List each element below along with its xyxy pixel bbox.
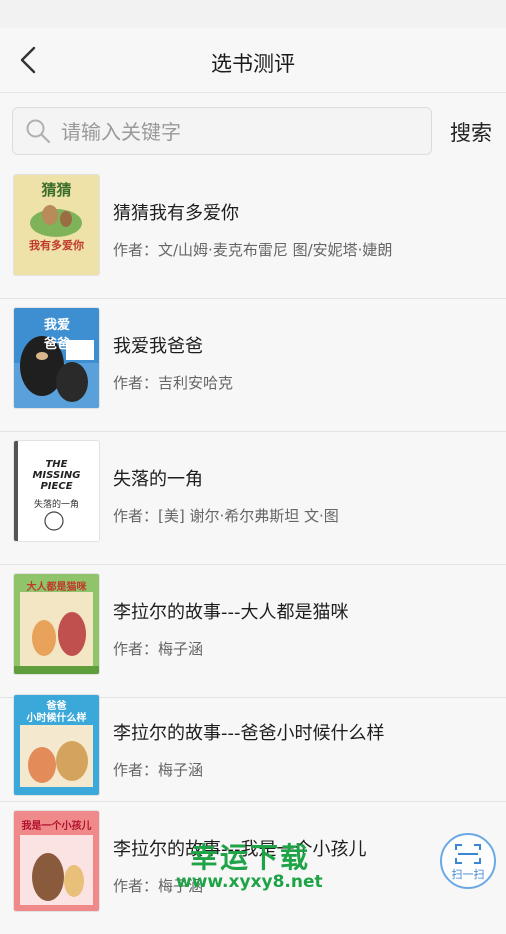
book-author: 作者：文/山姆·麦克布雷尼 图/安妮塔·婕朗: [113, 241, 393, 259]
book-title: 李拉尔的故事---大人都是猫咪: [113, 602, 349, 623]
book-cover: 大人都是猫咪: [14, 574, 99, 674]
book-title: 猜猜我有多爱你: [113, 203, 239, 224]
watermark: 幸运下载 www.xyxy8.net: [176, 836, 336, 896]
book-title: 李拉尔的故事---爸爸小时候什么样: [113, 723, 385, 744]
navigation-bar: 选书测评: [0, 28, 506, 93]
book-cover-subtitle: 我有多爱你: [29, 239, 84, 252]
book-list-item[interactable]: 我爱 爸爸 我爱我爸爸 作者：吉利安哈克: [0, 298, 506, 432]
scan-button[interactable]: 扫一扫: [440, 833, 496, 889]
book-cover: THE MISSING PIECE 失落的一角: [14, 441, 99, 541]
book-cover-title: 大人都是猫咪: [26, 582, 87, 593]
book-list-item[interactable]: 爸爸 小时候什么样 李拉尔的故事---爸爸小时候什么样 作者：梅子涵: [0, 695, 506, 802]
search-bar: 搜索: [0, 93, 506, 165]
book-cover-title: 我爱 爸爸: [44, 318, 71, 352]
book-cover-title: 猜猜: [41, 181, 72, 199]
book-cover-title: 我是一个小孩儿: [21, 821, 92, 832]
book-list-item[interactable]: THE MISSING PIECE 失落的一角 失落的一角 作者：[美] 谢尔·希尔…: [0, 431, 506, 565]
book-title: 失落的一角: [113, 469, 203, 490]
book-author: 作者：吉利安哈克: [113, 374, 234, 392]
book-author: 作者：梅子涵: [113, 761, 204, 779]
page-title: 选书测评: [211, 52, 295, 76]
scan-label: 扫一扫: [451, 868, 485, 881]
search-box[interactable]: [12, 107, 432, 155]
status-bar: [0, 0, 506, 28]
watermark-url: www.xyxy8.net: [176, 872, 323, 892]
search-button[interactable]: 搜索: [450, 117, 492, 147]
book-author: 作者：梅子涵: [113, 640, 204, 658]
scan-icon: [455, 844, 481, 864]
book-list-item[interactable]: 大人都是猫咪 李拉尔的故事---大人都是猫咪 作者：梅子涵: [0, 564, 506, 698]
book-cover-title: THE MISSING PIECE: [32, 459, 81, 492]
book-title: 我爱我爸爸: [113, 336, 203, 357]
book-author: 作者：[美] 谢尔·希尔弗斯坦 文·图: [113, 507, 339, 525]
watermark-text: 幸运下载: [190, 841, 311, 874]
search-input[interactable]: [59, 114, 423, 150]
book-cover: 我是一个小孩儿: [14, 811, 99, 911]
search-icon: [26, 119, 51, 144]
book-list-item[interactable]: 猜猜 我有多爱你 猜猜我有多爱你 作者：文/山姆·麦克布雷尼 图/安妮塔·婕朗: [0, 165, 506, 299]
book-cover-subtitle: 失落的一角: [33, 500, 79, 510]
book-cover-title: 爸爸 小时候什么样: [26, 701, 87, 724]
book-cover: 猜猜 我有多爱你: [14, 175, 99, 275]
book-cover: 我爱 爸爸: [14, 308, 99, 408]
book-cover: 爸爸 小时候什么样: [14, 695, 99, 795]
